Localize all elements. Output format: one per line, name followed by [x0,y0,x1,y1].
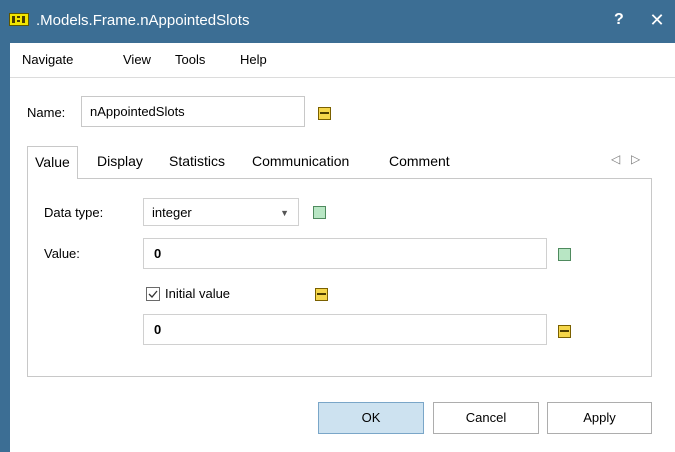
title-bar: .Models.Frame.nAppointedSlots ? ✕ [0,0,675,43]
initial-value-inheritance-icon[interactable] [315,288,328,301]
cancel-button[interactable]: Cancel [433,402,539,434]
window-title: .Models.Frame.nAppointedSlots [36,12,250,29]
initial-value-checkbox[interactable] [146,287,160,301]
name-label: Name: [27,105,66,120]
ok-button[interactable]: OK [318,402,424,434]
initial-value-input[interactable]: 0 [143,314,547,345]
menu-navigate[interactable]: Navigate [22,52,73,68]
tab-scroll-left-icon[interactable]: ◁ [611,152,620,166]
tab-display[interactable]: Display [97,146,143,178]
name-inheritance-icon[interactable] [318,107,331,120]
tab-scroll-right-icon[interactable]: ▷ [631,152,640,166]
checkmark-icon [148,290,158,298]
menu-tools[interactable]: Tools [175,52,205,68]
tab-value[interactable]: Value [27,146,78,179]
tab-comment[interactable]: Comment [389,146,450,178]
menu-bar: Navigate View Tools Help [10,43,675,78]
value-input[interactable]: 0 [143,238,547,269]
data-type-select[interactable]: integer ▼ [143,198,299,226]
data-type-label: Data type: [44,205,104,220]
initial-value-input-inheritance-icon[interactable] [558,325,571,338]
value-label: Value: [44,246,80,261]
close-button[interactable]: ✕ [646,10,668,30]
chevron-down-icon: ▼ [280,208,289,218]
name-input[interactable]: nAppointedSlots [81,96,305,127]
apply-button[interactable]: Apply [547,402,652,434]
app-icon [9,13,29,26]
tab-statistics[interactable]: Statistics [169,146,225,178]
tab-communication[interactable]: Communication [252,146,349,178]
data-type-inheritance-icon[interactable] [313,206,326,219]
value-tab-panel [27,178,652,377]
value-inheritance-icon[interactable] [558,248,571,261]
menu-help[interactable]: Help [240,52,267,68]
window-left-border [0,43,10,452]
initial-value-label[interactable]: Initial value [165,286,230,302]
data-type-value: integer [152,205,192,220]
menu-view[interactable]: View [123,52,151,68]
help-button[interactable]: ? [614,10,624,30]
